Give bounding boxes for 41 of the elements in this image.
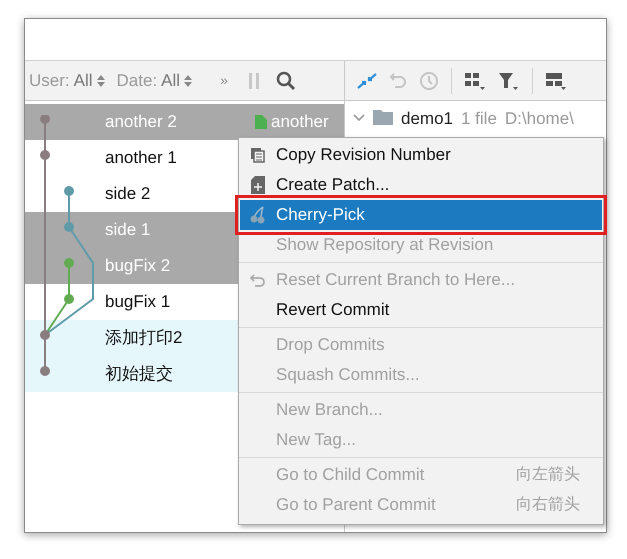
commit-node [40,330,50,340]
commit-subject: 添加打印2 [105,327,184,350]
more-button[interactable]: » [220,70,228,91]
commit-node [40,366,50,376]
file-count: 1 file [460,108,497,130]
branch-label: another [271,111,329,134]
menu-item[interactable]: Cherry-Pick [240,200,602,230]
user-filter[interactable]: User: All [29,68,105,94]
commit-node [40,150,50,160]
tag-icon [255,115,267,129]
commit-row[interactable]: another 2 another [25,104,344,140]
grid-icon[interactable] [464,70,486,90]
commit-node [64,222,74,232]
copy-icon [250,147,266,163]
folder-name: demo1 [401,108,453,130]
search-icon[interactable] [276,70,296,90]
shortcut-label: 向右箭头 [516,494,581,515]
undo-icon [250,273,266,287]
folder-icon [373,109,393,125]
document-plus-icon [251,176,265,194]
layout-icon[interactable] [545,70,567,90]
commit-node [64,258,74,268]
filter-icon[interactable] [498,70,520,90]
commit-subject: side 2 [105,183,152,206]
sort-arrows-icon[interactable] [96,74,105,86]
folder-path: D:\home\ [504,108,574,130]
commit-node [64,186,74,196]
commit-subject: another 1 [105,147,178,170]
date-filter[interactable]: Date: All [116,68,192,94]
shortcut-label: 向左箭头 [516,464,581,485]
commit-node [64,294,74,304]
commit-subject: 初始提交 [105,363,174,386]
commit-node [40,115,50,124]
chevron-down-icon[interactable] [353,114,365,122]
commit-subject: bugFix 2 [105,255,172,278]
commit-subject: bugFix 1 [105,291,172,314]
commit-subject: side 1 [105,219,152,242]
sort-arrows-icon[interactable] [184,74,192,86]
commit-subject: another 2 [105,111,178,134]
cherry-icon [250,206,266,224]
collapse-arrows-icon[interactable] [357,72,377,90]
